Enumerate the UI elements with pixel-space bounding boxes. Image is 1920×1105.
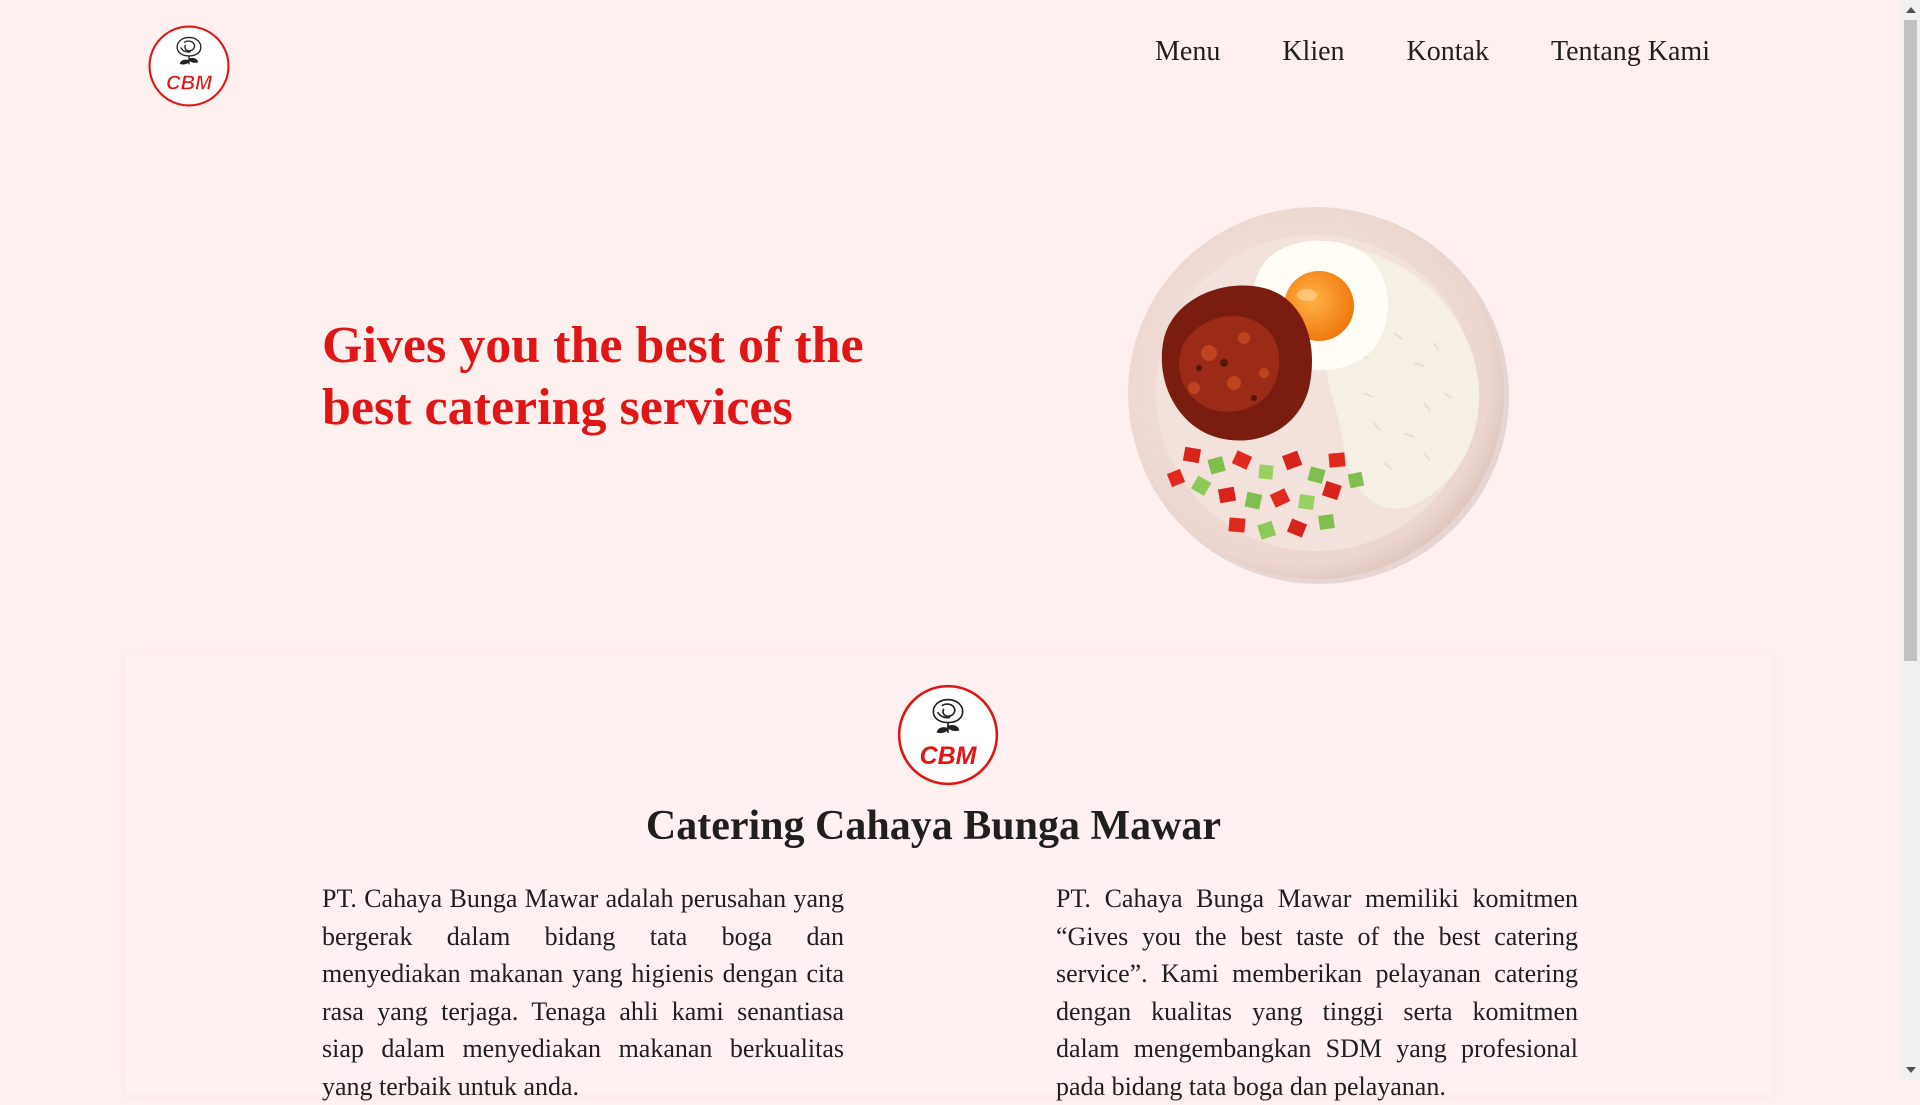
scroll-thumb[interactable] (1904, 20, 1917, 661)
about-title: Catering Cahaya Bunga Mawar (645, 803, 1222, 849)
nav-kontak[interactable]: Kontak (1407, 34, 1489, 70)
rose-logo-icon: CBM (897, 684, 999, 786)
page-scrollbar[interactable] (1901, 0, 1920, 1080)
hero-food-image (1124, 203, 1510, 585)
hero-title: Gives you the best of the best catering … (322, 317, 864, 436)
nav-tentang-kami[interactable]: Tentang Kami (1551, 34, 1710, 70)
nav-menu[interactable]: Menu (1155, 34, 1220, 70)
svg-text:CBM: CBM (920, 742, 978, 770)
main-nav: Menu Klien Kontak Tentang Kami (1155, 34, 1710, 70)
about-paragraph-right: PT. Cahaya Bunga Mawar memiliki komitmen… (1056, 884, 1578, 1101)
nasi-plate-image (1128, 207, 1509, 584)
nav-klien[interactable]: Klien (1282, 34, 1344, 70)
brand-logo[interactable]: CBM (147, 24, 231, 108)
about-paragraph-left: PT. Cahaya Bunga Mawar adalah perusahan … (322, 884, 844, 1101)
triangle-down-icon (1905, 1067, 1916, 1073)
rose-logo-icon: CBM (148, 25, 230, 107)
scroll-down-button[interactable] (1901, 1060, 1920, 1080)
svg-text:CBM: CBM (166, 73, 213, 95)
triangle-up-icon (1905, 7, 1916, 13)
about-logo: CBM (896, 683, 1000, 787)
scroll-up-button[interactable] (1901, 0, 1920, 20)
